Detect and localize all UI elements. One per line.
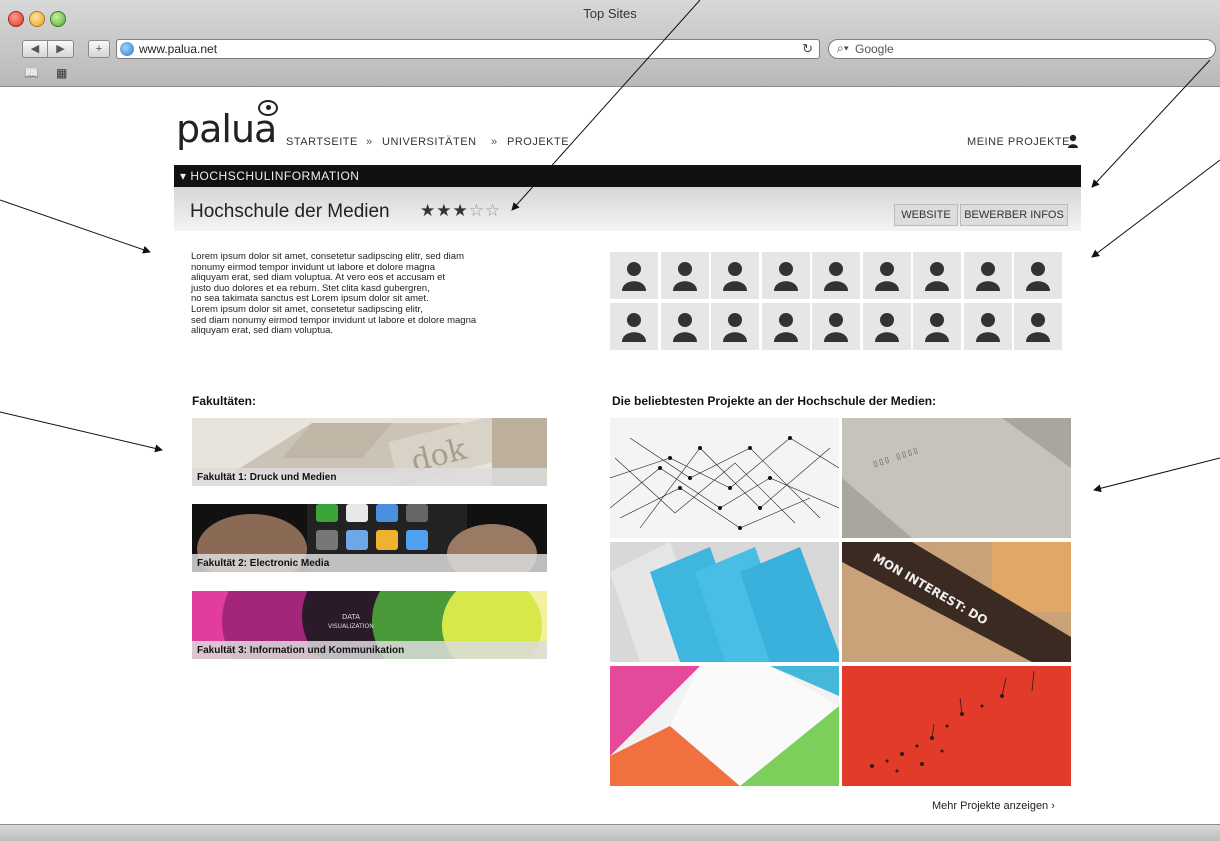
star-empty-icon[interactable]: ☆ bbox=[469, 201, 485, 220]
project-tile-blue-booklets[interactable] bbox=[610, 542, 839, 662]
user-avatar-icon bbox=[773, 313, 798, 342]
user-avatar-icon bbox=[622, 262, 646, 291]
my-projects-link[interactable]: MEINE PROJEKTE bbox=[967, 136, 1070, 148]
faculty-label-band: Fakultät 3: Information und Kommunikatio… bbox=[192, 641, 547, 659]
member-avatar[interactable] bbox=[1014, 303, 1062, 350]
reload-icon[interactable]: ↻ bbox=[802, 41, 813, 57]
user-avatar-icon bbox=[925, 313, 949, 342]
project-image-triangles bbox=[610, 666, 839, 786]
member-avatar[interactable] bbox=[812, 303, 860, 350]
top-sites-grid-icon[interactable]: ▦ bbox=[56, 66, 67, 80]
user-icon[interactable] bbox=[1068, 134, 1078, 148]
user-avatar-icon bbox=[723, 262, 747, 291]
faculty-label-band: Fakultät 2: Electronic Media bbox=[192, 554, 547, 572]
user-avatar-icon bbox=[1026, 262, 1050, 291]
member-avatar[interactable] bbox=[660, 252, 709, 299]
faculty-2-label[interactable]: Fakultät 2: Electronic Media bbox=[197, 558, 329, 569]
project-tile-red-poster[interactable] bbox=[842, 666, 1071, 786]
faculties-heading: Fakultäten: bbox=[192, 394, 257, 408]
user-avatar-icon bbox=[622, 313, 646, 342]
member-avatar[interactable] bbox=[711, 252, 759, 299]
address-bar[interactable]: www.palua.net ↻ bbox=[116, 39, 820, 59]
member-avatar[interactable] bbox=[610, 303, 658, 350]
svg-text:DATA: DATA bbox=[342, 613, 360, 621]
school-header: Hochschule der Medien ★★★☆☆ WEBSITE BEWE… bbox=[174, 187, 1081, 231]
nav-universitaeten[interactable]: UNIVERSITÄTEN bbox=[382, 136, 477, 148]
member-avatar[interactable] bbox=[761, 303, 810, 350]
search-field[interactable]: ⌕▾ Google bbox=[828, 39, 1216, 59]
browser-titlebar: Top Sites ◀ ▶ + www.palua.net ↻ ⌕▾ Googl… bbox=[0, 0, 1220, 87]
member-avatar[interactable] bbox=[963, 252, 1012, 299]
member-avatar[interactable] bbox=[1014, 252, 1062, 299]
forward-button[interactable]: ▶ bbox=[48, 40, 74, 58]
user-avatar-icon bbox=[874, 313, 899, 342]
section-bar-label[interactable]: ▾ HOCHSCHULINFORMATION bbox=[180, 169, 359, 183]
user-avatar-icon bbox=[723, 313, 747, 342]
member-avatar[interactable] bbox=[963, 303, 1012, 350]
user-avatar-icon bbox=[824, 313, 848, 342]
projects-heading: Die beliebtesten Projekte an der Hochsch… bbox=[612, 394, 937, 408]
window-title: Top Sites bbox=[583, 6, 637, 21]
back-button[interactable]: ◀ bbox=[22, 40, 48, 58]
user-avatar-icon bbox=[975, 313, 1000, 342]
members-grid bbox=[610, 252, 1064, 352]
school-description: Lorem ipsum dolor sit amet, consetetur s… bbox=[191, 251, 477, 337]
add-bookmark-button[interactable]: + bbox=[88, 40, 110, 58]
star-full-icon[interactable]: ★ bbox=[420, 201, 436, 220]
member-avatar[interactable] bbox=[761, 252, 810, 299]
faculty-card-1[interactable]: dok Fakultät 1: Druck und Medien bbox=[192, 418, 547, 486]
member-avatar[interactable] bbox=[660, 303, 709, 350]
user-avatar-icon bbox=[874, 262, 899, 291]
nav-separator: » bbox=[491, 136, 498, 148]
website-button[interactable]: WEBSITE bbox=[894, 204, 958, 226]
project-image-grey-print: ▯▯▯ ▯▯▯▯ bbox=[842, 418, 1071, 538]
star-rating[interactable]: ★★★☆☆ bbox=[420, 201, 501, 221]
project-image-common-interest: MON INTEREST: DO bbox=[842, 542, 1071, 662]
project-image-blue-booklets bbox=[610, 542, 839, 662]
nav-projekte[interactable]: PROJEKTE bbox=[507, 136, 569, 148]
search-icon: ⌕▾ bbox=[837, 41, 849, 55]
member-avatar[interactable] bbox=[812, 252, 860, 299]
logo-eye-icon bbox=[258, 100, 278, 116]
user-avatar-icon bbox=[975, 262, 1000, 291]
address-text[interactable]: www.palua.net bbox=[139, 42, 217, 56]
nav-separator: » bbox=[366, 136, 373, 148]
user-avatar-icon bbox=[672, 262, 697, 291]
nav-startseite[interactable]: STARTSEITE bbox=[286, 136, 358, 148]
member-avatar[interactable] bbox=[862, 303, 911, 350]
bookmarks-book-icon[interactable]: 📖 bbox=[24, 66, 39, 80]
project-tile-common-interest[interactable]: MON INTEREST: DO bbox=[842, 542, 1071, 662]
user-avatar-icon bbox=[672, 313, 697, 342]
applicant-info-button[interactable]: BEWERBER INFOS bbox=[960, 204, 1068, 226]
more-projects-link[interactable]: Mehr Projekte anzeigen › bbox=[932, 800, 1055, 812]
star-full-icon[interactable]: ★ bbox=[436, 201, 452, 220]
section-bar[interactable]: ▾ HOCHSCHULINFORMATION bbox=[174, 165, 1081, 187]
site-favicon-icon bbox=[120, 42, 134, 56]
member-avatar[interactable] bbox=[862, 252, 911, 299]
user-avatar-icon bbox=[773, 262, 798, 291]
project-tile-network[interactable] bbox=[610, 418, 839, 538]
faculty-3-label[interactable]: Fakultät 3: Information und Kommunikatio… bbox=[197, 645, 404, 656]
member-avatar[interactable] bbox=[913, 303, 961, 350]
member-avatar[interactable] bbox=[913, 252, 961, 299]
faculty-label-band: Fakultät 1: Druck und Medien bbox=[192, 468, 547, 486]
user-avatar-icon bbox=[1026, 313, 1050, 342]
search-placeholder[interactable]: Google bbox=[855, 42, 894, 56]
member-avatar[interactable] bbox=[610, 252, 658, 299]
faculty-card-3[interactable]: DATA VISUALIZATION Fakultät 3: Informati… bbox=[192, 591, 547, 659]
school-title: Hochschule der Medien bbox=[190, 201, 390, 222]
star-empty-icon[interactable]: ☆ bbox=[485, 201, 501, 220]
project-tile-grey-print[interactable]: ▯▯▯ ▯▯▯▯ bbox=[842, 418, 1071, 538]
faculty-card-2[interactable]: Fakultät 2: Electronic Media bbox=[192, 504, 547, 572]
browser-statusbar bbox=[0, 824, 1220, 841]
project-image-red-poster bbox=[842, 666, 1071, 786]
member-avatar[interactable] bbox=[711, 303, 759, 350]
user-avatar-icon bbox=[925, 262, 949, 291]
user-avatar-icon bbox=[824, 262, 848, 291]
project-image-network bbox=[610, 418, 839, 538]
svg-text:VISUALIZATION: VISUALIZATION bbox=[328, 623, 374, 630]
star-full-icon[interactable]: ★ bbox=[453, 201, 469, 220]
project-tile-triangles[interactable] bbox=[610, 666, 839, 786]
faculty-1-label[interactable]: Fakultät 1: Druck und Medien bbox=[197, 472, 336, 483]
